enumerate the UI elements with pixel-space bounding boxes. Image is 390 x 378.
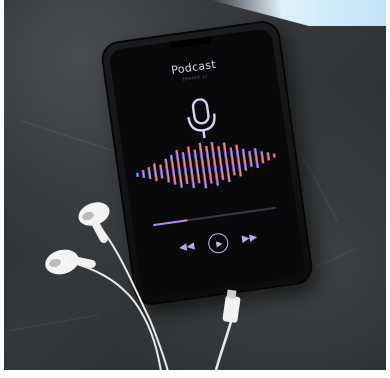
lightning-cable — [212, 317, 234, 378]
wired-earbuds — [45, 202, 241, 378]
photo-border — [0, 0, 4, 378]
earbud-left — [45, 249, 96, 275]
photo-background: Podcast EPISODE 12 ◀◀ ▶ ▶▶ — [0, 0, 390, 378]
earbud-right — [78, 202, 110, 244]
photo-border — [386, 0, 390, 378]
lightning-connector — [222, 289, 241, 323]
photo-border — [0, 370, 390, 378]
earbud-cable — [69, 261, 163, 378]
